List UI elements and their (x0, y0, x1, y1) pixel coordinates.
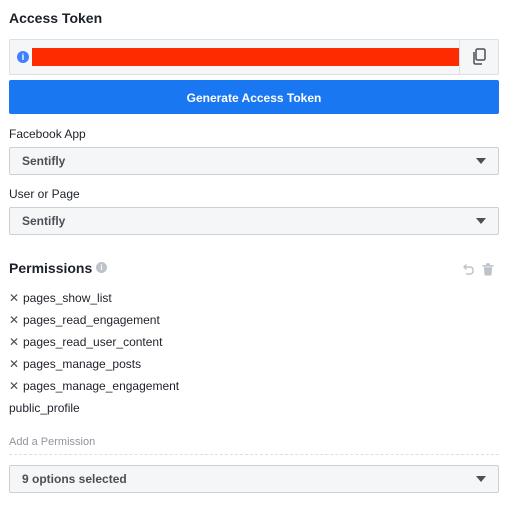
facebook-app-label: Facebook App (9, 127, 86, 141)
permissions-select[interactable]: 9 options selected (9, 465, 499, 493)
permission-label: pages_manage_posts (23, 357, 142, 371)
user-or-page-select[interactable]: Sentifly (9, 207, 499, 235)
permissions-title: Permissions (9, 260, 93, 276)
permission-label: public_profile (9, 401, 80, 415)
permission-item: ✕ pages_read_engagement (9, 311, 499, 333)
copy-button[interactable] (459, 40, 498, 74)
permission-item: ✕ pages_read_user_content (9, 333, 499, 355)
access-token-title: Access Token (9, 10, 103, 26)
permission-label: pages_manage_engagement (23, 379, 180, 393)
add-permission-input[interactable] (9, 430, 499, 455)
permission-label: pages_show_list (23, 291, 112, 305)
permission-label: pages_read_user_content (23, 335, 163, 349)
caret-down-icon (476, 218, 486, 224)
user-or-page-selected: Sentifly (22, 214, 66, 228)
facebook-app-selected: Sentifly (22, 154, 66, 168)
permission-list: ✕ pages_show_list ✕ pages_read_engagement … (9, 289, 499, 421)
caret-down-icon (476, 158, 486, 164)
copy-icon (473, 48, 486, 65)
remove-icon[interactable]: ✕ (9, 333, 19, 351)
remove-icon[interactable]: ✕ (9, 355, 19, 373)
permission-label: pages_read_engagement (23, 313, 160, 327)
caret-down-icon (476, 476, 486, 482)
remove-icon[interactable]: ✕ (9, 377, 19, 395)
remove-icon[interactable]: ✕ (9, 311, 19, 329)
undo-icon[interactable] (461, 263, 474, 276)
permission-item: ✕ pages_manage_posts (9, 355, 499, 377)
user-or-page-label: User or Page (9, 187, 80, 201)
trash-icon[interactable] (482, 263, 494, 276)
access-token-value-redacted[interactable] (32, 48, 463, 66)
remove-icon[interactable]: ✕ (9, 289, 19, 307)
options-selected-value: 9 options selected (22, 472, 127, 486)
generate-access-token-button[interactable]: Generate Access Token (9, 80, 499, 114)
facebook-app-select[interactable]: Sentifly (9, 147, 499, 175)
info-icon[interactable]: i (17, 51, 29, 63)
permission-item: public_profile (9, 399, 499, 421)
permission-item: ✕ pages_show_list (9, 289, 499, 311)
info-icon[interactable]: i (96, 262, 107, 273)
access-token-field[interactable]: i (9, 39, 499, 75)
permission-item: ✕ pages_manage_engagement (9, 377, 499, 399)
